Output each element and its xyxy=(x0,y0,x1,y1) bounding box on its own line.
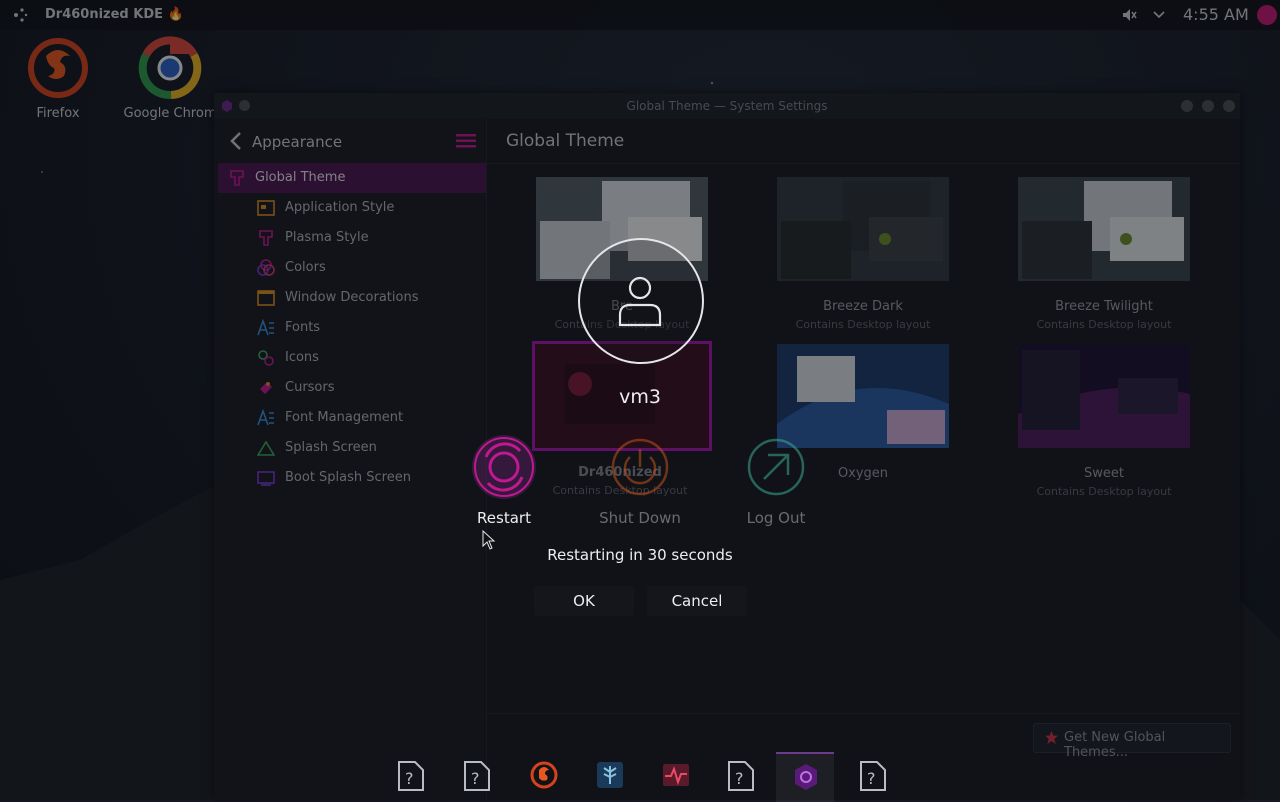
logout-button[interactable]: Log Out xyxy=(721,435,831,527)
username: vm3 xyxy=(619,386,661,408)
taskbar-item-firefox[interactable] xyxy=(514,752,572,800)
svg-text:?: ? xyxy=(867,769,876,788)
logout-circle xyxy=(744,435,808,499)
taskbar-item-system-settings[interactable] xyxy=(776,752,834,802)
taskbar-item-unknown-app[interactable]: ? xyxy=(382,752,440,800)
firefox-icon xyxy=(530,761,558,789)
shutdown-button[interactable]: Shut Down xyxy=(585,435,695,527)
taskbar-item-tree-app[interactable] xyxy=(580,752,638,800)
mouse-cursor-icon xyxy=(482,530,496,550)
system-monitor-icon xyxy=(663,764,689,786)
unknown-app-icon: ? xyxy=(464,761,490,791)
ok-button[interactable]: OK xyxy=(534,586,634,616)
taskbar-item-system-monitor[interactable] xyxy=(646,752,704,800)
logout-icon xyxy=(747,438,805,496)
countdown-text: Restarting in 30 seconds xyxy=(547,546,733,564)
user-icon xyxy=(618,276,662,327)
svg-text:?: ? xyxy=(405,769,414,788)
svg-text:?: ? xyxy=(735,769,744,788)
shutdown-label: Shut Down xyxy=(599,509,681,527)
taskbar-item-unknown-app[interactable]: ? xyxy=(844,752,902,800)
svg-text:?: ? xyxy=(471,769,480,788)
taskbar: ? ? ? ? xyxy=(0,750,1280,802)
restart-icon xyxy=(474,437,534,497)
taskbar-item-unknown-app[interactable]: ? xyxy=(712,752,770,800)
tree-app-icon xyxy=(597,762,623,788)
cancel-button[interactable]: Cancel xyxy=(647,586,747,616)
taskbar-item-unknown-app[interactable]: ? xyxy=(448,752,506,800)
shutdown-circle xyxy=(608,435,672,499)
restart-label: Restart xyxy=(477,509,531,527)
restart-circle xyxy=(472,435,536,499)
restart-button[interactable]: Restart xyxy=(449,435,559,527)
power-icon xyxy=(611,438,669,496)
system-settings-icon xyxy=(795,764,817,790)
unknown-app-icon: ? xyxy=(860,761,886,791)
unknown-app-icon: ? xyxy=(398,761,424,791)
unknown-app-icon: ? xyxy=(728,761,754,791)
logout-label: Log Out xyxy=(746,509,806,527)
